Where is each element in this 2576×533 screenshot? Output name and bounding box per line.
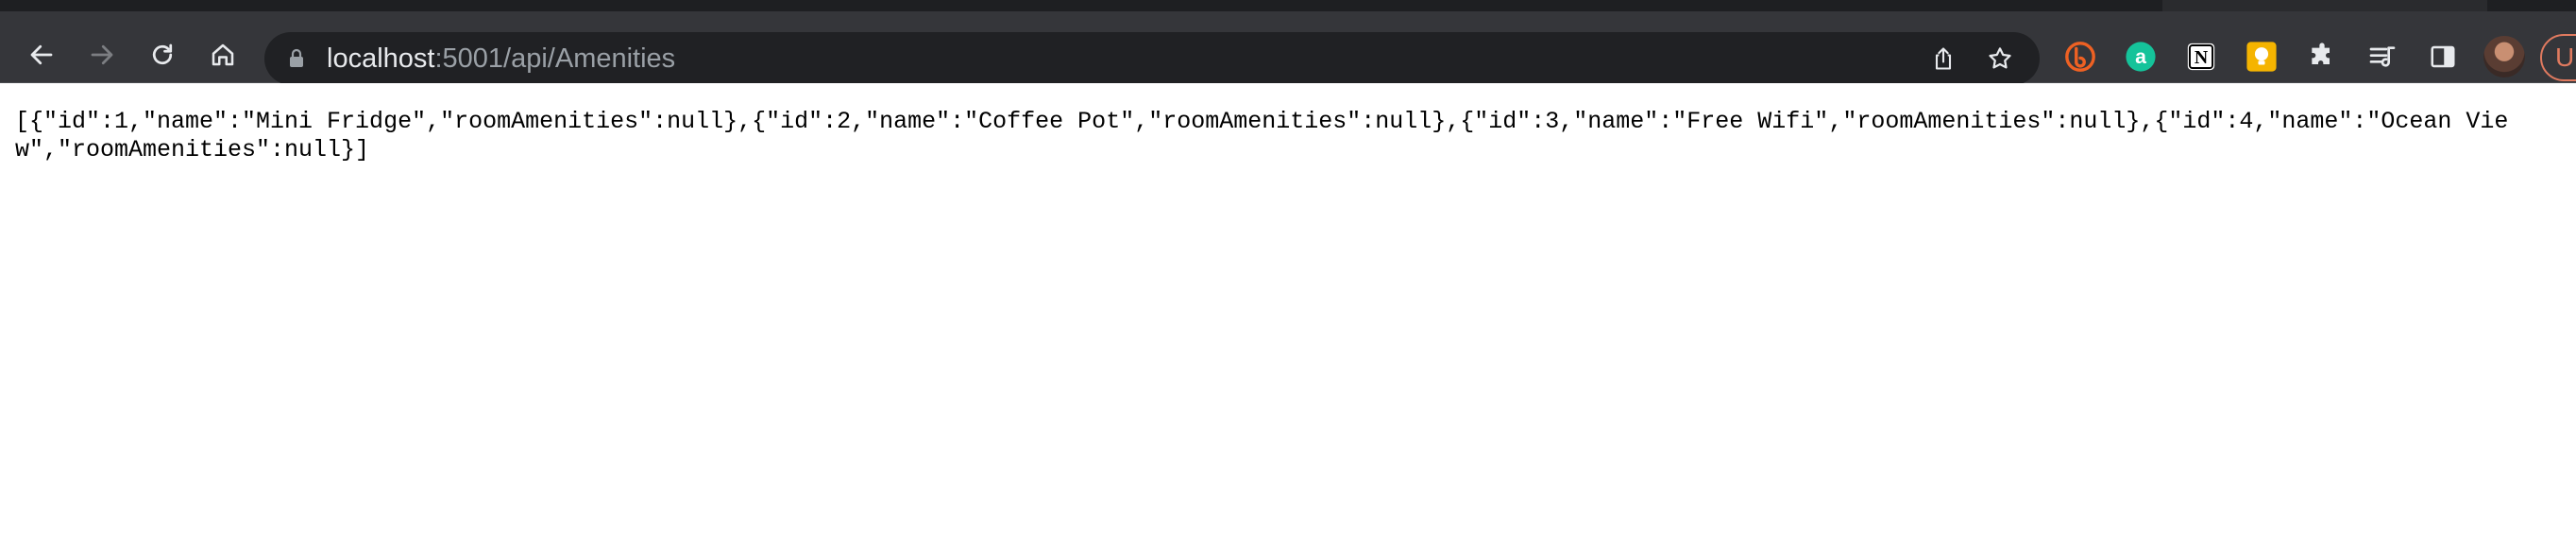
forward-button[interactable] [83,36,121,74]
side-panel-button[interactable] [2427,41,2459,73]
svg-text:N: N [2195,47,2209,68]
grammarly-extension-button[interactable]: a [2125,41,2157,73]
bookmark-star-icon [1989,47,2011,69]
idea-bulb-extension-button[interactable] [2246,41,2278,73]
profile-menu-button[interactable]: U [2540,34,2576,81]
idea-bulb-extension-icon [2246,42,2277,72]
browser-toolbar: localhost:5001/api/Amenities a N U [0,11,2576,85]
address-bar[interactable]: localhost:5001/api/Amenities [264,32,2040,85]
back-icon [30,44,53,65]
bookmark-button[interactable] [1985,43,2015,74]
url-text[interactable]: localhost:5001/api/Amenities [327,32,675,85]
json-response-text: [{"id":1,"name":"Mini Fridge","roomAmeni… [15,108,2509,163]
page-content: [{"id":1,"name":"Mini Fridge","roomAmeni… [0,83,2576,533]
reading-list-button[interactable] [2366,41,2398,73]
tab-strip [0,0,2576,11]
lock-icon[interactable] [285,47,308,70]
side-panel-icon [2431,45,2455,68]
back-button[interactable] [23,36,60,74]
share-icon [1935,47,1952,70]
extensions-button[interactable] [2306,41,2338,73]
grammarly-extension-icon: a [2126,42,2156,72]
forward-icon [91,44,113,65]
home-icon [212,43,234,66]
url-host: localhost [327,43,435,74]
reload-button[interactable] [144,36,181,74]
home-button[interactable] [204,36,242,74]
profile-avatar[interactable] [2483,36,2525,77]
share-button[interactable] [1928,43,1958,74]
reading-list-icon [2369,46,2396,67]
notion-extension-button[interactable]: N [2185,41,2217,73]
svg-text:a: a [2135,45,2146,68]
puzzle-extensions-icon [2312,43,2330,64]
notion-extension-icon: N [2187,43,2215,71]
bitly-extension-button[interactable] [2064,41,2096,73]
url-path: :5001/api/Amenities [434,43,676,74]
reload-icon [152,43,173,65]
bitly-extension-icon [2065,42,2095,72]
tab-strip-edge [2162,0,2487,11]
